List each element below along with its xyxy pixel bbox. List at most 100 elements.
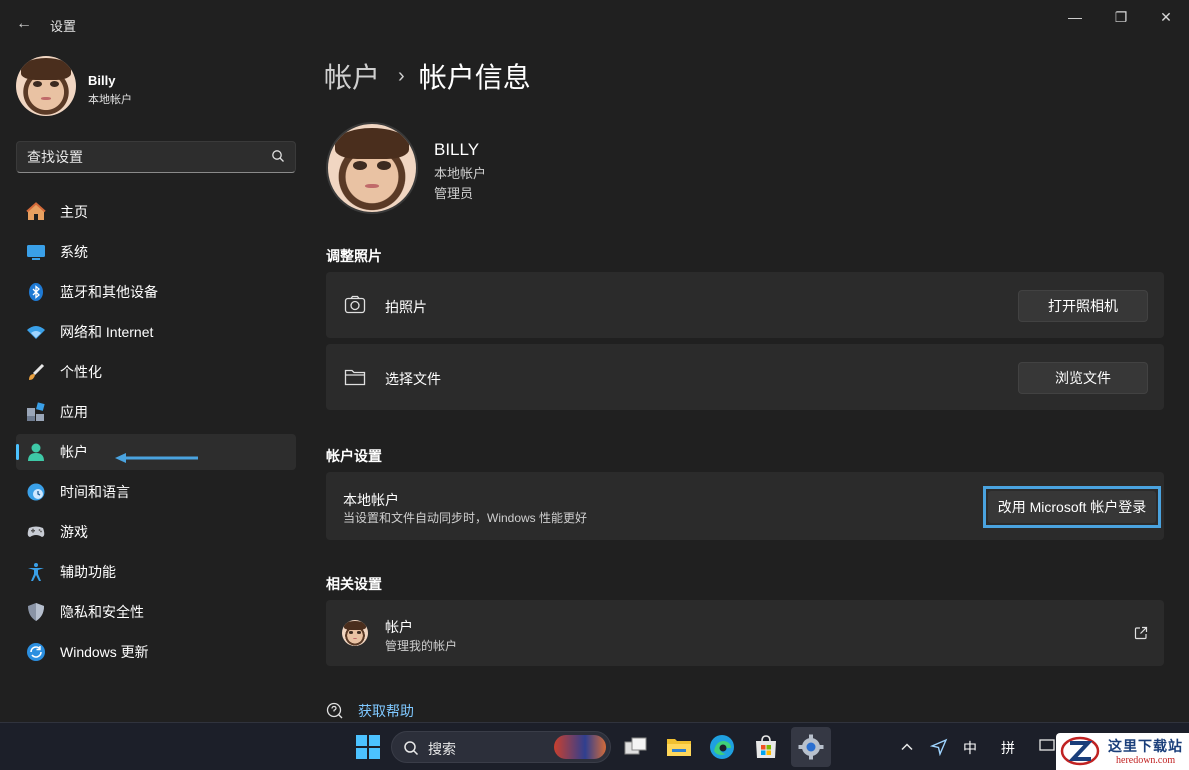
file-explorer-icon[interactable] (665, 733, 693, 761)
watermark-cn-text: 这里下载站 (1108, 739, 1183, 755)
sidebar-item-gaming[interactable]: 游戏 (16, 514, 296, 550)
search-icon[interactable] (271, 149, 285, 163)
sidebar-item-label: 蓝牙和其他设备 (60, 284, 158, 300)
maximize-button[interactable]: ❐ (1098, 6, 1144, 28)
camera-icon (344, 295, 366, 314)
heredown-logo-icon (1060, 736, 1100, 766)
breadcrumb-parent[interactable]: 帐户 (324, 56, 380, 96)
taskbar-search[interactable]: 搜索 (391, 731, 611, 763)
system-icon (26, 242, 46, 262)
sidebar-item-windows-update[interactable]: Windows 更新 (16, 634, 296, 670)
account-icon (26, 442, 46, 462)
sidebar-item-label: 系统 (60, 244, 88, 260)
sidebar-item-label: 个性化 (60, 364, 102, 380)
settings-taskbar-button[interactable] (791, 727, 831, 767)
sidebar-nav: 主页 系统 蓝牙和其他设备 网络和 Internet 个性化 应用 帐户 时间和… (16, 194, 296, 674)
settings-search-box[interactable] (16, 141, 296, 173)
sidebar-item-bluetooth[interactable]: 蓝牙和其他设备 (16, 274, 296, 310)
search-input[interactable] (27, 142, 267, 172)
microsoft-store-icon[interactable] (752, 733, 780, 761)
sidebar-item-label: 帐户 (60, 444, 88, 460)
sidebar-item-label: 游戏 (60, 524, 88, 540)
microsoft-signin-highlight: 改用 Microsoft 帐户登录 (983, 486, 1161, 528)
sidebar-item-privacy[interactable]: 隐私和安全性 (16, 594, 296, 630)
bluetooth-icon (26, 282, 46, 302)
section-title-adjust-photo: 调整照片 (326, 248, 382, 264)
close-button[interactable]: ✕ (1143, 6, 1189, 28)
update-icon (26, 642, 46, 662)
related-account-label: 帐户 (385, 619, 413, 635)
sidebar-user-card[interactable]: Billy 本地帐户 (16, 56, 296, 118)
profile-account-type: 本地帐户 (434, 166, 487, 181)
site-watermark: 这里下载站 heredown.com (1056, 733, 1189, 770)
sidebar-item-label: 主页 (60, 204, 88, 220)
taskbar: 搜索 中 拼 (0, 722, 1189, 770)
minimize-button[interactable]: — (1052, 6, 1098, 28)
folder-icon (344, 369, 366, 386)
sidebar-item-label: Windows 更新 (60, 644, 149, 660)
display-icon[interactable] (1039, 739, 1055, 753)
app-title: 设置 (50, 19, 77, 34)
sidebar-item-label: 辅助功能 (60, 564, 116, 580)
sidebar-item-time-language[interactable]: 时间和语言 (16, 474, 296, 510)
annotation-arrow-icon (115, 453, 198, 463)
help-icon (326, 702, 343, 719)
search-icon (404, 741, 419, 756)
breadcrumb: 帐户 › 帐户信息 (324, 56, 531, 96)
home-icon (26, 202, 46, 222)
get-help-label: 获取帮助 (358, 703, 414, 719)
related-account-card[interactable]: 帐户 管理我的帐户 (326, 600, 1164, 666)
sidebar-item-label: 网络和 Internet (60, 324, 154, 340)
chevron-right-icon: › (398, 64, 405, 87)
choose-file-card: 选择文件 浏览文件 (326, 344, 1164, 410)
sidebar-item-label: 应用 (60, 404, 88, 420)
profile-header: BILLY 本地帐户 管理员 (326, 122, 726, 218)
local-account-label: 本地帐户 (343, 492, 399, 508)
sidebar-item-system[interactable]: 系统 (16, 234, 296, 270)
local-account-description: 当设置和文件自动同步时，Windows 性能更好 (343, 511, 588, 525)
edge-browser-icon[interactable] (708, 733, 736, 761)
task-view-icon[interactable] (622, 733, 650, 761)
chevron-up-icon[interactable] (900, 740, 914, 754)
browse-files-button[interactable]: 浏览文件 (1018, 362, 1148, 394)
ime-pinyin-indicator[interactable]: 拼 (1001, 738, 1015, 758)
section-title-account-settings: 帐户设置 (326, 448, 382, 464)
accessibility-icon (26, 562, 46, 582)
ime-mode-indicator[interactable]: 中 (963, 738, 977, 758)
search-highlight-art-icon (554, 735, 606, 759)
microsoft-signin-button[interactable]: 改用 Microsoft 帐户登录 (988, 491, 1156, 523)
sidebar-item-personalization[interactable]: 个性化 (16, 354, 296, 390)
brush-icon (26, 362, 46, 382)
sidebar-item-home[interactable]: 主页 (16, 194, 296, 230)
section-title-related: 相关设置 (326, 576, 382, 592)
get-help-link[interactable]: 获取帮助 (326, 700, 414, 722)
account-avatar (342, 620, 368, 646)
choose-file-label: 选择文件 (385, 371, 441, 387)
user-name: Billy (88, 73, 116, 88)
clock-icon (26, 482, 46, 502)
profile-role: 管理员 (434, 186, 474, 201)
watermark-en-text: heredown.com (1116, 755, 1176, 766)
sidebar-item-network[interactable]: 网络和 Internet (16, 314, 296, 350)
sidebar-item-apps[interactable]: 应用 (16, 394, 296, 430)
start-icon[interactable] (354, 733, 382, 761)
sidebar-item-label: 时间和语言 (60, 484, 130, 500)
open-external-icon[interactable] (1134, 626, 1148, 640)
shield-icon (26, 602, 46, 622)
wifi-icon (26, 322, 46, 342)
title-bar: ← 设置 — ❐ ✕ (0, 0, 1189, 48)
profile-avatar (326, 122, 418, 214)
gamepad-icon (26, 522, 46, 542)
location-arrow-icon[interactable] (930, 738, 948, 756)
page-title: 帐户信息 (418, 62, 531, 93)
open-camera-button[interactable]: 打开照相机 (1018, 290, 1148, 322)
avatar (16, 56, 76, 116)
sidebar-item-accessibility[interactable]: 辅助功能 (16, 554, 296, 590)
taskbar-search-label: 搜索 (428, 741, 456, 757)
back-button[interactable]: ← (14, 14, 34, 34)
take-photo-card: 拍照片 打开照相机 (326, 272, 1164, 338)
profile-name: BILLY (434, 140, 480, 159)
gear-icon (798, 734, 824, 760)
related-account-description: 管理我的帐户 (385, 639, 458, 653)
take-photo-label: 拍照片 (385, 299, 427, 315)
